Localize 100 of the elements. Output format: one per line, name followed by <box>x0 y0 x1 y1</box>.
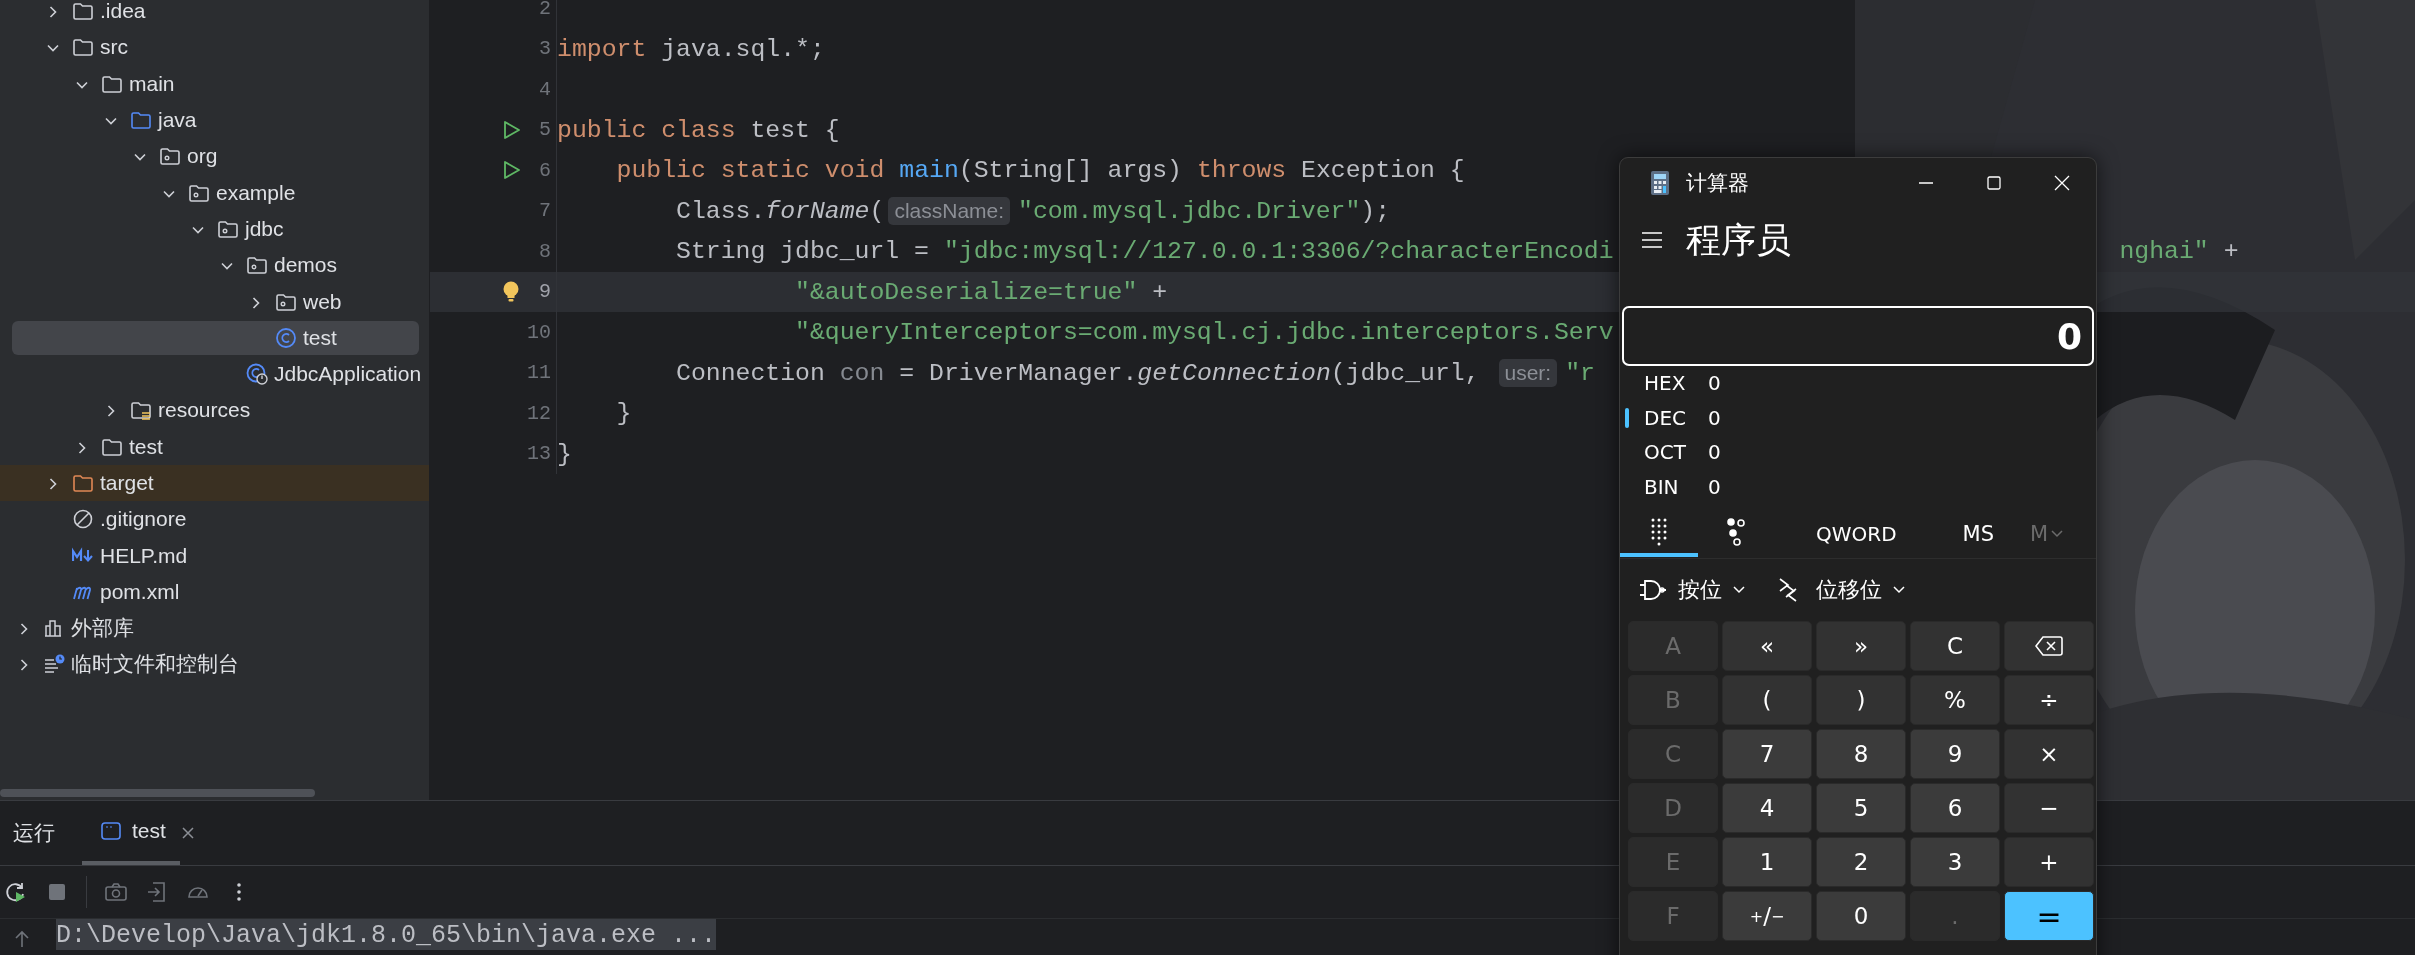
line-number: 4 <box>538 77 551 101</box>
line-number: 6 <box>538 158 551 182</box>
maximize-icon[interactable] <box>1984 173 2004 193</box>
logic-gate-icon <box>1638 577 1668 603</box>
code-text: con <box>839 358 885 387</box>
spring-class-icon <box>246 363 268 386</box>
code-text: getConnection <box>1137 358 1331 387</box>
tree-item-label[interactable]: main <box>129 71 175 96</box>
parameter-hint: user: <box>1498 358 1558 387</box>
calculator-key[interactable]: ÷ <box>2004 675 2094 725</box>
line-number: 8 <box>538 239 551 263</box>
tree-item-label[interactable]: JdbcApplication <box>274 362 422 387</box>
horizontal-scrollbar[interactable] <box>0 789 315 797</box>
code-text: forName <box>765 196 870 225</box>
tree-item-label[interactable]: 外部库 <box>71 614 134 643</box>
lightbulb-icon[interactable] <box>501 279 521 304</box>
calculator-key[interactable]: ( <box>1722 675 1812 725</box>
calculator-key[interactable]: 5 <box>1816 783 1906 833</box>
folder-icon <box>72 472 94 494</box>
calculator-key[interactable]: 8 <box>1816 729 1906 779</box>
calculator-key[interactable]: » <box>1816 621 1906 671</box>
calculator-key[interactable]: 7 <box>1722 729 1812 779</box>
console-output: D:\Develop\Java\jdk1.8.0_65\bin\java.exe ... <box>56 919 717 950</box>
tree-item-label[interactable]: 临时文件和控制台 <box>71 650 239 679</box>
calculator-key[interactable]: × <box>2004 729 2094 779</box>
code-text: main <box>899 156 959 185</box>
code-text: = DriverManager. <box>898 358 1138 387</box>
tree-item-label[interactable]: target <box>100 471 154 495</box>
menu-icon[interactable] <box>1640 230 1664 250</box>
calculator-key[interactable]: % <box>1910 675 2000 725</box>
tree-item-label[interactable]: jdbc <box>245 216 284 241</box>
calculator-key[interactable]: − <box>2004 783 2094 833</box>
resources-folder-icon <box>130 399 152 422</box>
tree-item-label[interactable]: HELP.md <box>100 543 188 568</box>
calculator-key[interactable]: 9 <box>1910 729 2000 779</box>
code-text: + <box>2222 237 2239 266</box>
dropdown-button[interactable]: 按位 <box>1634 571 1750 609</box>
code-text: Class. <box>676 196 766 225</box>
radix-label: OCT <box>1644 440 1687 465</box>
camera-icon[interactable] <box>104 880 128 904</box>
calculator-mode: 程序员 <box>1686 218 1791 262</box>
calculator-key[interactable]: C <box>1910 621 2000 671</box>
radix-row[interactable]: HEX 0 <box>1620 366 2096 401</box>
calculator-key[interactable]: ) <box>1816 675 1906 725</box>
memory-button[interactable]: MS <box>1952 522 2004 546</box>
code-text: "com.mysql.jdbc.Driver" <box>1018 196 1361 225</box>
code-text: } <box>616 399 632 428</box>
tree-item-label[interactable]: demos <box>274 253 338 278</box>
radix-row[interactable]: BIN 0 <box>1620 469 2096 504</box>
line-number: 3 <box>538 37 551 61</box>
package-icon <box>159 145 181 168</box>
tree-item-label[interactable]: pom.xml <box>100 579 180 604</box>
code-text: public class <box>557 115 736 144</box>
code-text: "jdbc:mysql://127.0.0.1:3306/?characterEncodi <box>943 237 1614 266</box>
dropdown-button[interactable]: 位移位 <box>1772 571 1910 609</box>
code-text: test { <box>749 115 840 144</box>
tree-item-label[interactable]: org <box>187 144 218 169</box>
calculator-key[interactable]: 4 <box>1722 783 1812 833</box>
calculator-key[interactable] <box>2004 621 2094 671</box>
radix-value: 0 <box>1708 474 1721 499</box>
tree-item-label[interactable]: test <box>129 434 163 459</box>
tree-item-label[interactable]: web <box>303 289 342 314</box>
calculator-key[interactable]: + <box>2004 837 2094 887</box>
radix-row[interactable]: OCT 0 <box>1620 435 2096 470</box>
calculator-key[interactable]: 6 <box>1910 783 2000 833</box>
code-text: "&queryInterceptors=com.mysql.cj.jdbc.interceptors.Serv <box>795 318 1614 347</box>
tree-item-label[interactable]: example <box>216 180 296 205</box>
code-text: "&autoDeserialize=true" <box>795 277 1138 306</box>
calculator-key[interactable]: « <box>1722 621 1812 671</box>
radix-value: 0 <box>1708 440 1721 465</box>
calculator-key[interactable]: 0 <box>1816 891 1906 941</box>
folder-icon <box>72 36 94 59</box>
radix-label: HEX <box>1644 371 1687 396</box>
tree-item-label[interactable]: .gitignore <box>100 507 187 532</box>
folder-icon <box>130 109 152 132</box>
tree-item-label[interactable]: src <box>100 35 128 60</box>
line-number: 9 <box>538 280 551 304</box>
radix-label: DEC <box>1644 405 1687 430</box>
calculator-key[interactable]: 1 <box>1722 837 1812 887</box>
calculator-key[interactable]: = <box>2004 891 2094 941</box>
tree-item-label[interactable]: test <box>303 325 337 350</box>
calculator-key[interactable]: 3 <box>1910 837 2000 887</box>
code-text: Connection <box>676 358 826 387</box>
code-text: Exception { <box>1300 156 1465 185</box>
calculator-key[interactable]: 2 <box>1816 837 1906 887</box>
tree-item-label[interactable]: java <box>158 108 197 133</box>
tree-item-label[interactable]: .idea <box>100 0 146 24</box>
run-tab[interactable]: test <box>82 801 180 865</box>
word-size-button[interactable]: QWORD <box>1810 521 1903 547</box>
tree-item-label[interactable]: resources <box>158 398 251 423</box>
panel-title: 运行 <box>13 820 55 846</box>
line-number: 12 <box>526 401 551 425</box>
calculator-icon <box>1648 169 1672 197</box>
class-icon <box>275 326 297 349</box>
close-icon[interactable] <box>2052 173 2072 193</box>
window-title: 计算器 <box>1686 170 1750 197</box>
radix-value: 0 <box>1708 371 1721 396</box>
console-icon <box>100 820 122 842</box>
radix-label: BIN <box>1644 474 1680 499</box>
parameter-hint: className: <box>888 196 1011 225</box>
